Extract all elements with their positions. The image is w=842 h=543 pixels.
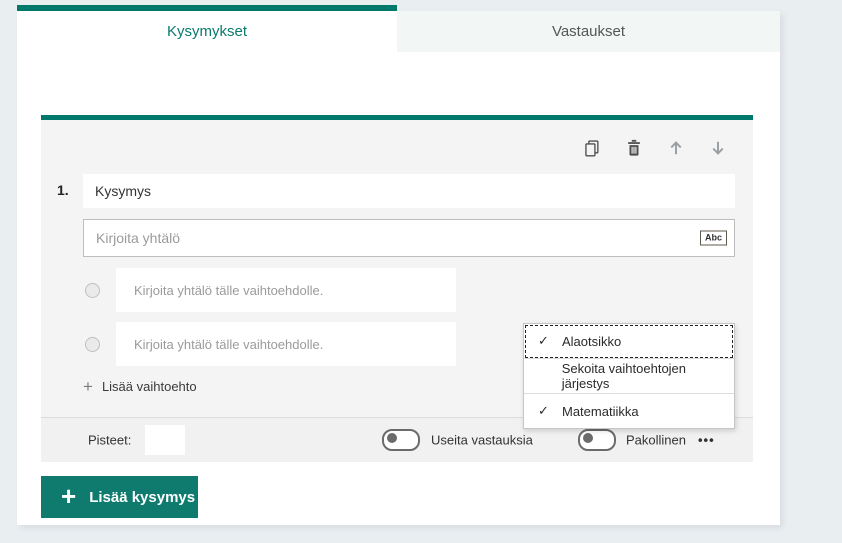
- move-up-button[interactable]: [666, 138, 685, 157]
- more-options-button[interactable]: •••: [698, 433, 715, 448]
- equation-input[interactable]: [84, 220, 734, 256]
- question-options-menu: ✓ Alaotsikko Sekoita vaihtoehtojen järje…: [523, 323, 735, 429]
- option-radio-1[interactable]: [85, 282, 100, 298]
- plus-icon: +: [83, 377, 93, 396]
- menu-item-subtitle[interactable]: ✓ Alaotsikko: [524, 324, 734, 359]
- menu-item-label: Alaotsikko: [562, 333, 622, 349]
- content-area: Kysymykset Vastaukset 1. Kysymys Kirjoit…: [17, 5, 780, 525]
- add-option-button[interactable]: + Lisää vaihtoehto: [83, 378, 197, 395]
- add-option-label: Lisää vaihtoehto: [101, 379, 197, 394]
- forms-editor-page: Kysymykset Vastaukset 1. Kysymys Kirjoit…: [0, 0, 842, 543]
- check-icon: ✓: [538, 403, 549, 418]
- required-label: Pakollinen: [626, 432, 686, 448]
- menu-item-math[interactable]: ✓ Matematiikka: [524, 394, 734, 428]
- move-down-button[interactable]: [708, 138, 727, 157]
- points-label: Pisteet:: [88, 432, 132, 448]
- menu-item-label: Sekoita vaihtoehtojen järjestys: [561, 361, 687, 391]
- add-question-button[interactable]: + Lisää kysymys: [41, 476, 198, 518]
- copy-question-button[interactable]: [582, 138, 601, 157]
- multiple-answers-toggle[interactable]: [382, 429, 420, 451]
- option-row-2: [85, 322, 456, 366]
- move-up-icon: [667, 139, 685, 157]
- option-input-1[interactable]: [116, 268, 456, 312]
- option-input-2[interactable]: [116, 322, 456, 366]
- option-row-1: [85, 268, 456, 312]
- tab-answers[interactable]: Vastaukset: [397, 11, 780, 52]
- toggle-knob: [583, 433, 593, 443]
- question-toolbar: [582, 138, 727, 157]
- menu-item-shuffle-options[interactable]: Sekoita vaihtoehtojen järjestys: [524, 359, 734, 394]
- question-title-input[interactable]: [83, 174, 735, 208]
- multiple-answers-label: Useita vastauksia: [431, 432, 533, 448]
- menu-item-label: Matematiikka: [562, 403, 639, 419]
- add-question-label: Lisää kysymys: [89, 488, 196, 506]
- equation-input-wrap: Abc: [83, 219, 735, 257]
- question-number: 1.: [57, 182, 69, 198]
- points-input[interactable]: [145, 425, 185, 455]
- delete-question-button[interactable]: [624, 138, 643, 157]
- copy-icon: [583, 139, 601, 157]
- tab-questions[interactable]: Kysymykset: [17, 11, 397, 52]
- plus-icon: +: [61, 481, 77, 511]
- check-icon: ✓: [538, 333, 549, 348]
- move-down-icon: [709, 139, 727, 157]
- required-toggle[interactable]: [578, 429, 616, 451]
- delete-icon: [625, 139, 643, 157]
- abc-text-mode-button[interactable]: Abc: [699, 230, 727, 246]
- toggle-knob: [387, 433, 397, 443]
- option-radio-2[interactable]: [85, 336, 100, 352]
